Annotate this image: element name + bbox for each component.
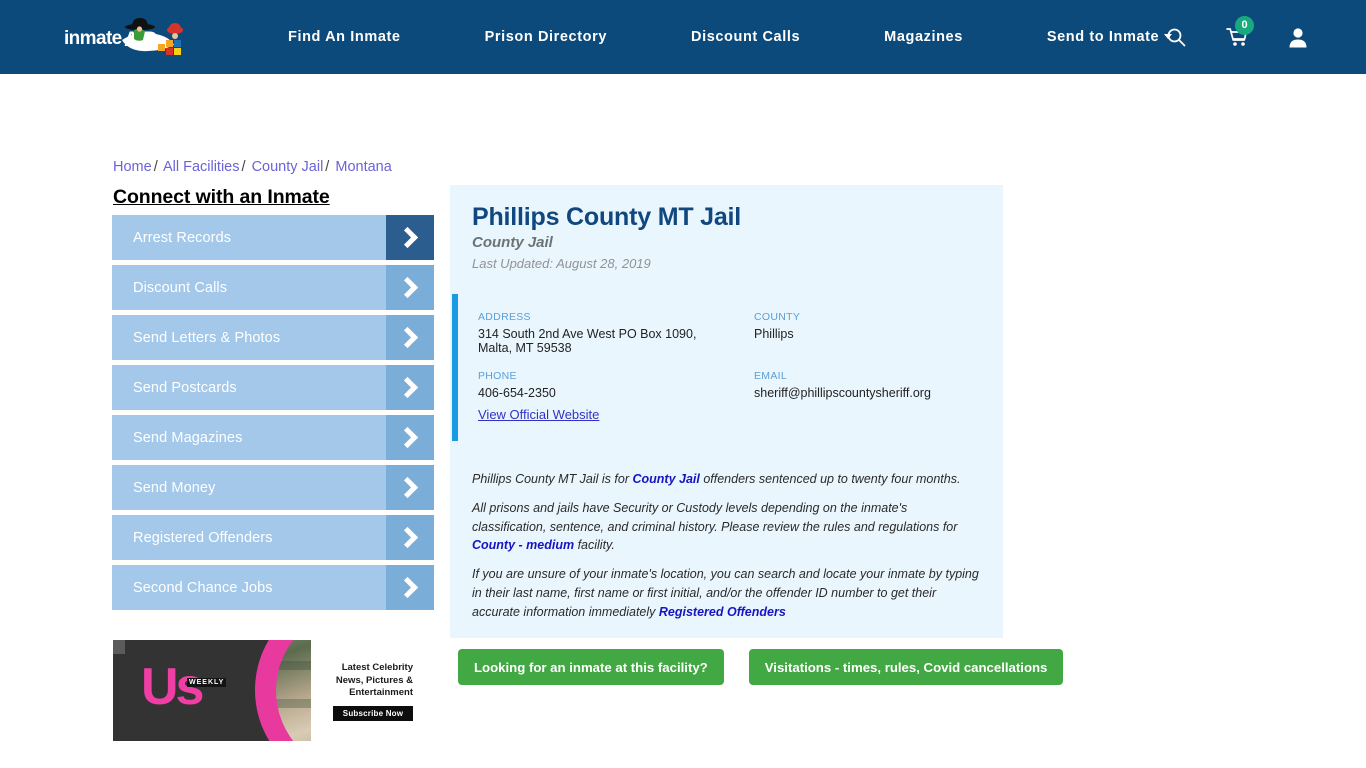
facility-type: County Jail xyxy=(472,234,553,251)
sidebar-item-registered-offenders[interactable]: Registered Offenders xyxy=(112,515,434,560)
ad-tagline: Latest Celebrity News, Pictures & Entert… xyxy=(315,662,413,700)
user-account-icon[interactable] xyxy=(1288,27,1308,48)
nav-magazines[interactable]: Magazines xyxy=(884,29,963,45)
breadcrumb-item-home[interactable]: Home xyxy=(113,159,152,175)
chevron-right-icon xyxy=(386,365,434,410)
address-label: ADDRESS xyxy=(478,311,754,323)
inmateaid-logo[interactable]: inmate AID xyxy=(62,14,242,60)
description-paragraph-2: All prisons and jails have Security or C… xyxy=(472,499,982,555)
ad-brand-logo: Us xyxy=(141,660,201,714)
p1-text-b: offenders sentenced up to twenty four mo… xyxy=(700,472,961,486)
action-button-group: Looking for an inmate at this facility? … xyxy=(458,649,1063,685)
facility-detail-panel: Phillips County MT Jail County Jail Last… xyxy=(450,185,1003,638)
county-value: Phillips xyxy=(754,327,978,341)
logo-graphic: inmate AID xyxy=(62,14,202,60)
chevron-right-icon xyxy=(386,565,434,610)
page-title: Phillips County MT Jail xyxy=(472,203,741,232)
site-header: inmate AID Find An Inmate Prison Directo… xyxy=(0,0,1366,74)
connect-with-inmate-heading: Connect with an Inmate xyxy=(113,186,330,209)
sidebar-item-label: Send Postcards xyxy=(112,380,237,396)
phone-label: PHONE xyxy=(478,370,754,382)
shopping-cart-icon[interactable]: 0 xyxy=(1226,27,1248,47)
visitations-button[interactable]: Visitations - times, rules, Covid cancel… xyxy=(749,649,1064,685)
sidebar-item-discount-calls[interactable]: Discount Calls xyxy=(112,265,434,310)
email-cell: EMAIL sheriff@phillipscountysheriff.org xyxy=(754,370,978,400)
inmate-search-button[interactable]: Looking for an inmate at this facility? xyxy=(458,649,724,685)
email-label: EMAIL xyxy=(754,370,978,382)
county-label: COUNTY xyxy=(754,311,978,323)
county-jail-link[interactable]: County Jail xyxy=(632,472,699,486)
address-cell: ADDRESS 314 South 2nd Ave West PO Box 10… xyxy=(478,311,754,355)
phone-value: 406-654-2350 xyxy=(478,386,754,400)
description-paragraph-1: Phillips County MT Jail is for County Ja… xyxy=(472,470,982,489)
breadcrumb-item-county-jail[interactable]: County Jail xyxy=(252,159,324,175)
nav-find-an-inmate[interactable]: Find An Inmate xyxy=(288,29,401,45)
view-official-website-link[interactable]: View Official Website xyxy=(478,407,599,422)
ad-brand-sublogo: WEEKLY xyxy=(187,678,226,687)
county-medium-link[interactable]: County - medium xyxy=(472,538,574,552)
facility-description: Phillips County MT Jail is for County Ja… xyxy=(472,470,982,632)
breadcrumb-item-all-facilities[interactable]: All Facilities xyxy=(163,159,240,175)
chevron-right-icon xyxy=(386,215,434,260)
sidebar-item-send-letters-photos[interactable]: Send Letters & Photos xyxy=(112,315,434,360)
search-icon[interactable] xyxy=(1166,27,1186,47)
sidebar-item-label: Send Magazines xyxy=(112,430,242,446)
breadcrumb-separator: / xyxy=(154,159,158,175)
sidebar-item-label: Send Letters & Photos xyxy=(112,330,280,346)
info-row: PHONE 406-654-2350 EMAIL sheriff@phillip… xyxy=(478,370,978,400)
address-line-1: 314 South 2nd Ave West PO Box 1090, xyxy=(478,327,754,341)
breadcrumb-separator: / xyxy=(242,159,246,175)
description-paragraph-3: If you are unsure of your inmate's locat… xyxy=(472,565,982,621)
ad-corner-strip xyxy=(113,640,125,654)
sidebar-item-label: Arrest Records xyxy=(112,230,231,246)
nav-prison-directory[interactable]: Prison Directory xyxy=(485,29,607,45)
county-cell: COUNTY Phillips xyxy=(754,311,978,355)
sidebar-item-send-money[interactable]: Send Money xyxy=(112,465,434,510)
facility-info-grid: ADDRESS 314 South 2nd Ave West PO Box 10… xyxy=(478,311,978,415)
address-line-2: Malta, MT 59538 xyxy=(478,341,754,355)
svg-text:inmate: inmate xyxy=(64,28,122,49)
advertisement-banner[interactable]: Us WEEKLY Latest Celebrity News, Picture… xyxy=(113,640,421,741)
sidebar-item-arrest-records[interactable]: Arrest Records xyxy=(112,215,434,260)
chevron-right-icon xyxy=(386,465,434,510)
registered-offenders-link[interactable]: Registered Offenders xyxy=(659,605,786,619)
p1-text-a: Phillips County MT Jail is for xyxy=(472,472,632,486)
chevron-right-icon xyxy=(386,315,434,360)
breadcrumb-item-montana[interactable]: Montana xyxy=(335,159,391,175)
sidebar-item-send-postcards[interactable]: Send Postcards xyxy=(112,365,434,410)
breadcrumb: Home/ All Facilities/ County Jail/ Monta… xyxy=(113,159,392,175)
chevron-right-icon xyxy=(386,265,434,310)
phone-cell: PHONE 406-654-2350 xyxy=(478,370,754,400)
header-icon-group: 0 xyxy=(1126,0,1308,74)
info-row: ADDRESS 314 South 2nd Ave West PO Box 10… xyxy=(478,311,978,355)
email-value: sheriff@phillipscountysheriff.org xyxy=(754,386,978,400)
sidebar-item-label: Second Chance Jobs xyxy=(112,580,273,596)
chevron-right-icon xyxy=(386,515,434,560)
breadcrumb-separator: / xyxy=(325,159,329,175)
sidebar-menu: Arrest Records Discount Calls Send Lette… xyxy=(112,215,434,615)
address-value: 314 South 2nd Ave West PO Box 1090, Malt… xyxy=(478,327,754,355)
p2-text-a: All prisons and jails have Security or C… xyxy=(472,501,957,534)
nav-discount-calls[interactable]: Discount Calls xyxy=(691,29,800,45)
sidebar-item-send-magazines[interactable]: Send Magazines xyxy=(112,415,434,460)
sidebar-item-label: Registered Offenders xyxy=(112,530,273,546)
last-updated-text: Last Updated: August 28, 2019 xyxy=(472,256,651,271)
sidebar-item-label: Discount Calls xyxy=(112,280,227,296)
cart-count-badge: 0 xyxy=(1235,16,1254,35)
p2-text-b: facility. xyxy=(574,538,615,552)
chevron-right-icon xyxy=(386,415,434,460)
main-navigation: Find An Inmate Prison Directory Discount… xyxy=(288,29,1172,45)
sidebar-item-label: Send Money xyxy=(112,480,215,496)
accent-bar xyxy=(452,294,458,441)
sidebar-item-second-chance-jobs[interactable]: Second Chance Jobs xyxy=(112,565,434,610)
ad-subscribe-button[interactable]: Subscribe Now xyxy=(333,706,413,721)
